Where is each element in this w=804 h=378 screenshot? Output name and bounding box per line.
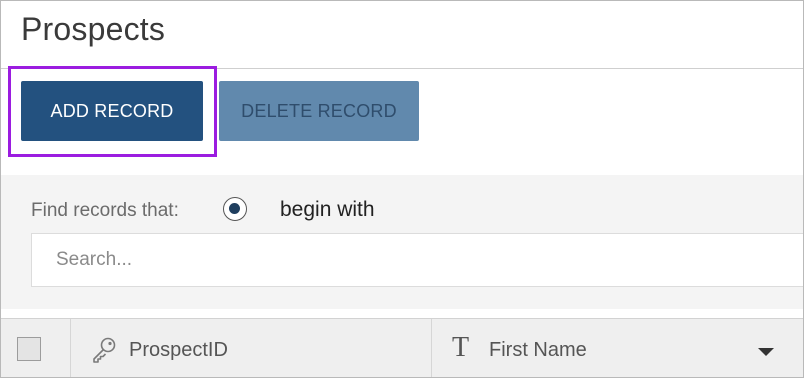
page-title: Prospects	[21, 11, 166, 47]
key-icon	[93, 337, 116, 363]
search-filter-panel: Find records that: begin with	[1, 175, 803, 309]
table-header-row: ProspectID T First Name	[1, 318, 803, 377]
column-header-first-name[interactable]: First Name	[489, 339, 587, 362]
select-all-checkbox[interactable]	[17, 337, 41, 361]
prospects-panel: Prospects ADD RECORD DELETE RECORD Find …	[0, 0, 804, 378]
delete-record-button[interactable]: DELETE RECORD	[219, 81, 419, 141]
text-type-icon: T	[452, 332, 470, 363]
add-record-button[interactable]: ADD RECORD	[21, 81, 203, 141]
chevron-down-icon[interactable]	[758, 348, 774, 356]
radio-selected-dot	[229, 203, 240, 214]
find-records-label: Find records that:	[31, 200, 179, 221]
begin-with-radio[interactable]	[223, 197, 247, 221]
search-input[interactable]	[31, 233, 803, 287]
column-divider	[431, 319, 432, 377]
column-divider	[70, 319, 71, 377]
begin-with-label[interactable]: begin with	[280, 198, 375, 222]
column-header-prospectid[interactable]: ProspectID	[129, 339, 228, 362]
title-divider	[1, 68, 803, 69]
